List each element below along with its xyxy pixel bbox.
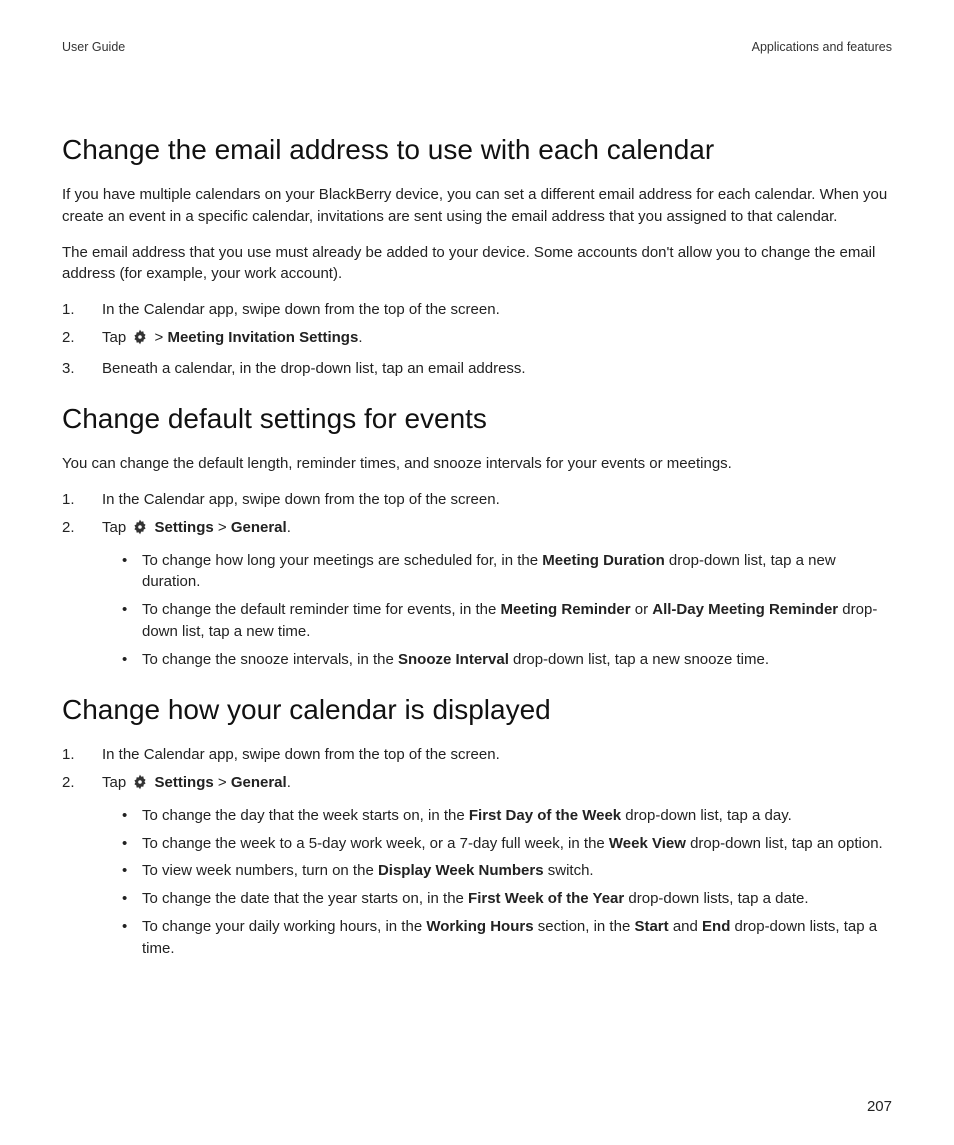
bold: End	[702, 918, 730, 935]
list-item: To change your daily working hours, in t…	[122, 916, 892, 960]
text: To change the default reminder time for …	[142, 601, 501, 618]
text: To change how long your meetings are sch…	[142, 552, 542, 569]
text: drop-down list, tap a day.	[621, 807, 792, 824]
text: To change the date that the year starts …	[142, 890, 468, 907]
page-header: User Guide Applications and features	[62, 40, 892, 54]
step-bold: Settings	[155, 774, 214, 791]
bold: Snooze Interval	[398, 651, 509, 668]
section1-step3: Beneath a calendar, in the drop-down lis…	[62, 358, 892, 380]
section2-bullets: To change how long your meetings are sch…	[122, 550, 892, 671]
page-number: 207	[867, 1098, 892, 1115]
list-item: To change the week to a 5-day work week,…	[122, 833, 892, 855]
text: To change the day that the week starts o…	[142, 807, 469, 824]
bold: Working Hours	[426, 918, 533, 935]
section3-step1: In the Calendar app, swipe down from the…	[62, 744, 892, 766]
header-right: Applications and features	[752, 40, 892, 54]
bold: All-Day Meeting Reminder	[652, 601, 838, 618]
list-item: To change the snooze intervals, in the S…	[122, 649, 892, 671]
bold: Display Week Numbers	[378, 862, 544, 879]
section2-heading: Change default settings for events	[62, 403, 892, 435]
list-item: To change the day that the week starts o…	[122, 805, 892, 827]
page: User Guide Applications and features Cha…	[0, 0, 954, 1145]
bold: Meeting Reminder	[501, 601, 631, 618]
gear-icon	[132, 519, 148, 542]
text: and	[669, 918, 702, 935]
section1-step2: Tap > Meeting Invitation Settings.	[62, 327, 892, 352]
section1-heading: Change the email address to use with eac…	[62, 134, 892, 166]
section3-heading: Change how your calendar is displayed	[62, 694, 892, 726]
section1-step1: In the Calendar app, swipe down from the…	[62, 299, 892, 321]
text: To change the week to a 5-day work week,…	[142, 835, 609, 852]
section1-para1: If you have multiple calendars on your B…	[62, 184, 892, 228]
list-item: To view week numbers, turn on the Displa…	[122, 860, 892, 882]
text: To change your daily working hours, in t…	[142, 918, 426, 935]
text: or	[631, 601, 653, 618]
list-item: To change the default reminder time for …	[122, 599, 892, 643]
step-text: >	[214, 519, 231, 536]
step-bold: General	[231, 519, 287, 536]
list-item: To change the date that the year starts …	[122, 888, 892, 910]
header-left: User Guide	[62, 40, 125, 54]
section2-para1: You can change the default length, remin…	[62, 453, 892, 475]
gear-icon	[132, 774, 148, 797]
list-item: To change how long your meetings are sch…	[122, 550, 892, 594]
text: drop-down list, tap a new snooze time.	[509, 651, 769, 668]
step-bold: General	[231, 774, 287, 791]
text: drop-down list, tap an option.	[686, 835, 883, 852]
step-text: >	[155, 329, 168, 346]
text: To change the snooze intervals, in the	[142, 651, 398, 668]
section1-para2: The email address that you use must alre…	[62, 242, 892, 286]
step-text: Tap	[102, 774, 130, 791]
section3-steps: In the Calendar app, swipe down from the…	[62, 744, 892, 959]
section2-steps: In the Calendar app, swipe down from the…	[62, 489, 892, 670]
text: section, in the	[534, 918, 635, 935]
section3-step2: Tap Settings > General. To change the da…	[62, 772, 892, 959]
bold: Week View	[609, 835, 686, 852]
step-text: Tap	[102, 329, 130, 346]
step-bold: Settings	[155, 519, 214, 536]
bold: Start	[634, 918, 668, 935]
text: switch.	[544, 862, 594, 879]
step-text: >	[214, 774, 231, 791]
bold: First Day of the Week	[469, 807, 621, 824]
section3-bullets: To change the day that the week starts o…	[122, 805, 892, 960]
section2-step1: In the Calendar app, swipe down from the…	[62, 489, 892, 511]
bold: First Week of the Year	[468, 890, 624, 907]
step-text: .	[287, 519, 291, 536]
section2-step2: Tap Settings > General. To change how lo…	[62, 517, 892, 671]
step-text: Tap	[102, 519, 130, 536]
step-text: .	[358, 329, 362, 346]
text: drop-down lists, tap a date.	[624, 890, 808, 907]
text: To view week numbers, turn on the	[142, 862, 378, 879]
step-bold: Meeting Invitation Settings	[167, 329, 358, 346]
section1-steps: In the Calendar app, swipe down from the…	[62, 299, 892, 379]
step-text: .	[287, 774, 291, 791]
bold: Meeting Duration	[542, 552, 665, 569]
gear-icon	[132, 329, 148, 352]
